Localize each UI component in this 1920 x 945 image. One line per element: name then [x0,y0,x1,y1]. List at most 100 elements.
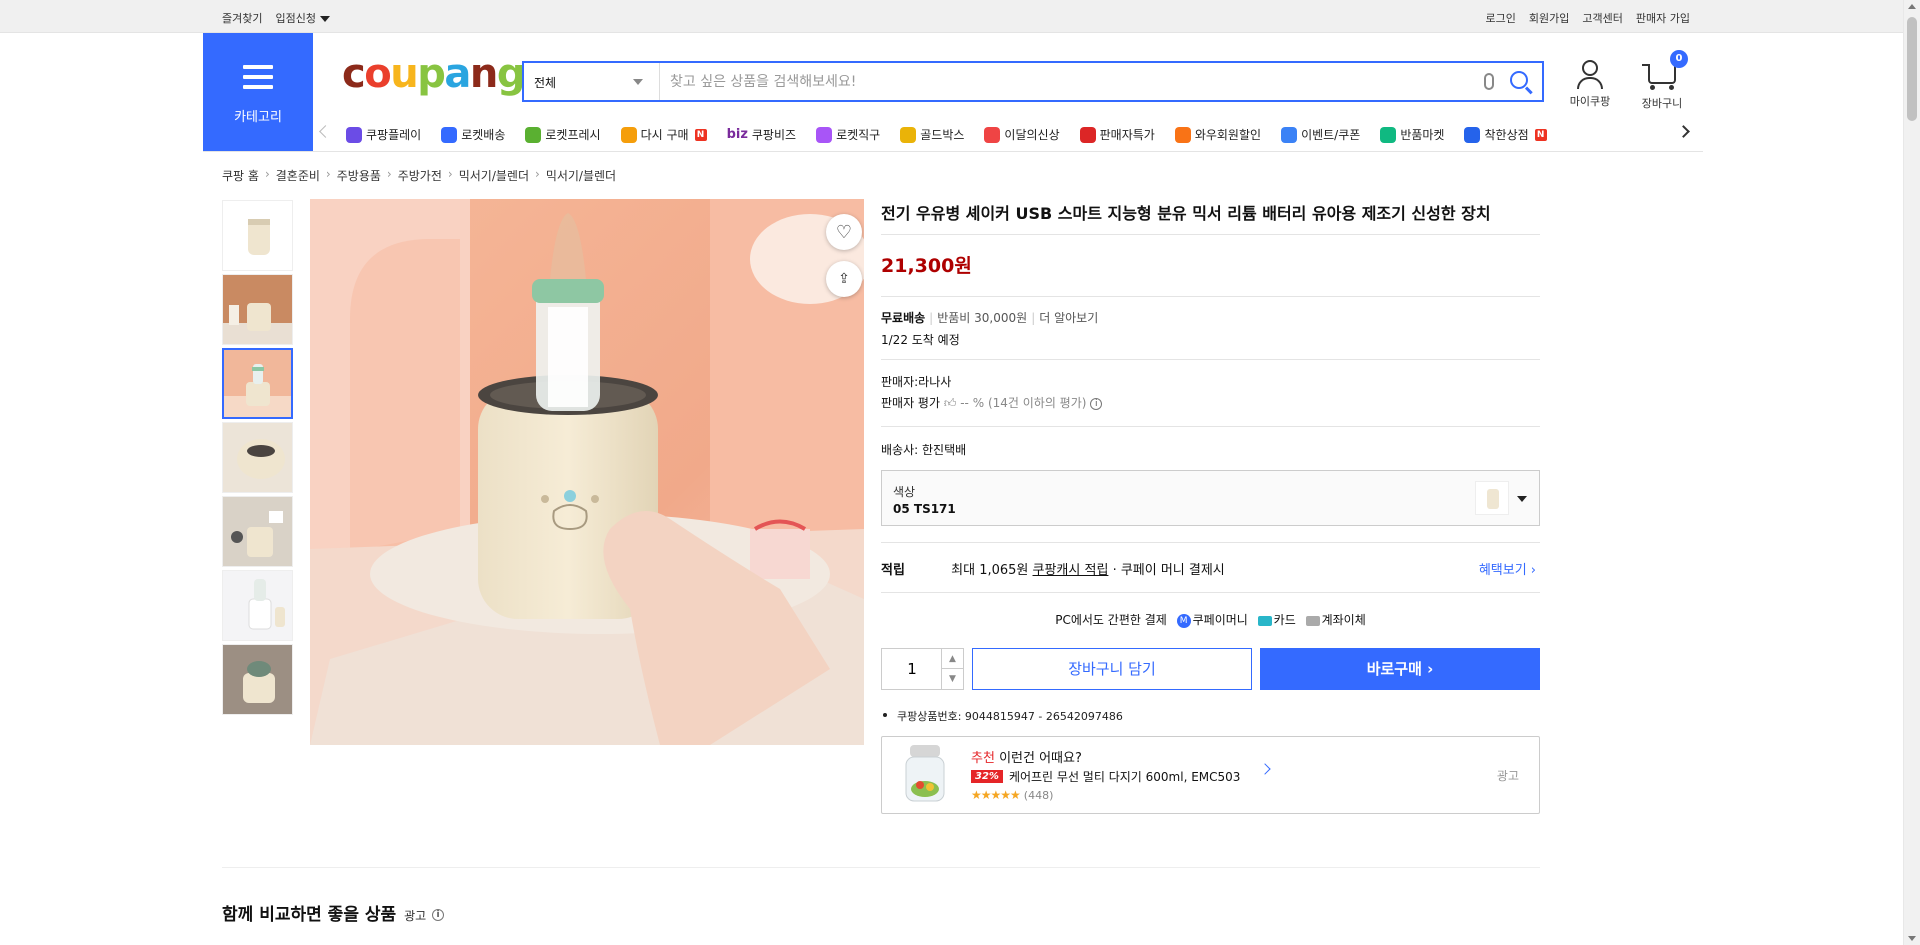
quantity-input[interactable] [882,649,942,689]
nav-next-icon[interactable] [1677,125,1690,138]
scroll-down-icon[interactable] [1908,936,1916,941]
breadcrumb-link[interactable]: 믹서기/블렌더 [546,167,616,184]
carrier-label: 배송사: [881,443,919,457]
benefit-link[interactable]: 혜택보기 › [1479,559,1536,578]
top-utility-bar: 즐겨찾기 입점신청 로그인 회원가입 고객센터 판매자 가입 [0,0,1903,33]
add-to-cart-button[interactable]: 장바구니 담기 [972,648,1252,690]
thumbnail-1[interactable] [222,200,293,271]
reward-key: 적립 [881,563,905,578]
customer-center-link[interactable]: 고객센터 [1582,10,1622,26]
option-label: 색상 [893,485,916,499]
percent-icon [1079,126,1096,143]
main-product-image[interactable]: ♡ ⇪ [310,199,864,745]
nav-item-label: 쿠팡플레이 [366,128,422,142]
seller-apply-menu[interactable]: 입점신청 [275,10,330,26]
nav-item-label: 다시 구매 [640,128,689,142]
nav-item-rebuy[interactable]: 다시 구매 N [620,126,707,143]
review-count: (448) [1023,788,1054,802]
compare-title-text: 함께 비교하면 좋을 상품 [222,905,397,925]
wishlist-heart-icon[interactable]: ♡ [826,214,862,250]
coupang-cash-link[interactable]: 쿠팡캐시 적립 [1033,563,1109,578]
scroll-thumb[interactable] [1907,17,1917,121]
learn-more-link[interactable]: 더 알아보기 [1039,311,1098,325]
reward-row: 적립 최대 1,065원 쿠팡캐시 적립 · 쿠페이 머니 결제시 혜택보기 › [881,542,1540,592]
info-icon[interactable]: i [432,909,445,921]
seller-signup-link[interactable]: 판매자 가입 [1636,10,1690,26]
thumbnail-7[interactable] [222,644,293,715]
thumbnail-5[interactable] [222,496,293,567]
favorites-link[interactable]: 즐겨찾기 [222,10,262,26]
thumbnail-3-selected[interactable] [222,348,293,419]
nav-item-return-market[interactable]: 반품마켓 [1380,126,1444,143]
purchase-row: ▲ ▼ 장바구니 담기 바로구매 › [881,648,1540,690]
rating-stars-icon: ★★★★★ [971,788,1021,802]
nav-item-global[interactable]: 로켓직구 [816,126,880,143]
nav-item-wow[interactable]: 와우회원할인 [1174,126,1261,143]
breadcrumb-link[interactable]: 믹서기/블렌더 [459,167,529,184]
nav-item-percent[interactable]: 판매자특가 [1079,126,1155,143]
signup-link[interactable]: 회원가입 [1529,10,1569,26]
search-scope-value: 전체 [534,76,557,90]
carrier-info: 배송사: 한진택배 [881,427,1540,470]
info-icon[interactable]: i [1090,397,1103,410]
quantity-stepper: ▲ ▼ [881,648,964,690]
seller-rating-value: -- % [960,396,985,410]
thumbnail-4[interactable] [222,422,293,493]
thumbnail-6[interactable] [222,570,293,641]
nav-item-rocket-fresh[interactable]: 로켓프레시 [525,126,601,143]
rocket-icon [441,126,458,143]
nav-item-goldbox[interactable]: 골드박스 [900,126,964,143]
category-nav: 쿠팡플레이 로켓배송 로켓프레시 다시 구매 N biz 쿠팡비즈 로켓직구 골드박스 이달의신상… [313,121,1703,151]
chevron-right-icon [1259,763,1271,775]
coupang-logo[interactable]: coupang [342,52,525,96]
quantity-down-icon[interactable]: ▼ [941,669,963,689]
user-icon [1582,60,1598,76]
breadcrumb-link[interactable]: 주방가전 [398,167,442,184]
option-select[interactable]: 색상 05 TS171 [881,470,1540,526]
compare-ad-label: 광고 [404,909,427,923]
category-button[interactable]: 카테고리 [203,33,313,151]
payment-lead: PC에서도 간편한 결제 [1055,613,1167,627]
nav-item-biz[interactable]: biz 쿠팡비즈 [727,126,797,143]
thumbnail-2[interactable] [222,274,293,345]
nav-prev-icon[interactable] [319,125,332,138]
option-value: 05 TS171 [893,502,956,516]
seller-rating-label: 판매자 평가 [881,396,941,410]
recommendation-card[interactable]: 추천 이런건 어때요? 32% 케어프린 무선 멀티 다지기 600ml, EMC… [881,736,1540,814]
nav-item-rocket[interactable]: 로켓배송 [441,126,505,143]
share-icon[interactable]: ⇪ [826,261,862,297]
breadcrumb-link[interactable]: 결혼준비 [276,167,320,184]
nav-item-label: 로켓직구 [836,128,881,142]
nav-item-good-store[interactable]: 착한상점 N [1464,126,1547,143]
nav-item-label: 착한상점 [1484,128,1529,142]
quantity-up-icon[interactable]: ▲ [941,649,963,669]
global-icon [816,126,833,143]
payment-transfer: 계좌이체 [1321,613,1366,627]
microphone-icon[interactable] [1484,73,1494,90]
seller-info: 판매자:라나사 판매자 평가 👍︎ -- % (14건 이하의 평가) i [881,360,1540,427]
breadcrumb-link[interactable]: 주방용품 [337,167,381,184]
search-icon[interactable] [1510,71,1528,89]
cart-button[interactable]: 장바구니 0 [1636,50,1688,111]
reco-title: 이런건 어때요? [999,751,1082,766]
nav-item-coupon[interactable]: 이벤트/쿠폰 [1281,126,1360,143]
search-scope-select[interactable]: 전체 [524,63,660,100]
my-coupang-button[interactable]: 마이쿠팡 [1564,58,1616,109]
seller-name-link[interactable]: 라나사 [918,375,951,389]
search-input[interactable] [670,69,1470,94]
return-market-icon [1380,126,1397,143]
buy-now-button[interactable]: 바로구매 › [1260,648,1540,690]
login-link[interactable]: 로그인 [1486,10,1516,26]
breadcrumb-link[interactable]: 쿠팡 홈 [222,167,259,184]
page-scrollbar[interactable] [1903,0,1920,945]
scroll-up-icon[interactable] [1908,4,1916,9]
payment-methods: PC에서도 간편한 결제 M 쿠페이머니 카드 계좌이체 [881,592,1540,640]
nav-item-play[interactable]: 쿠팡플레이 [346,126,421,143]
nav-item-new[interactable]: 이달의신상 [984,126,1060,143]
biz-icon: biz [726,127,748,142]
breadcrumb-separator-icon: › [386,167,392,181]
nav-item-label: 반품마켓 [1400,128,1445,142]
product-info: 전기 우유병 셰이커 USB 스마트 지능형 분유 믹서 리튬 배터리 유아용 … [881,199,1540,814]
caret-down-icon [319,16,330,22]
breadcrumb-separator-icon: › [535,167,540,181]
